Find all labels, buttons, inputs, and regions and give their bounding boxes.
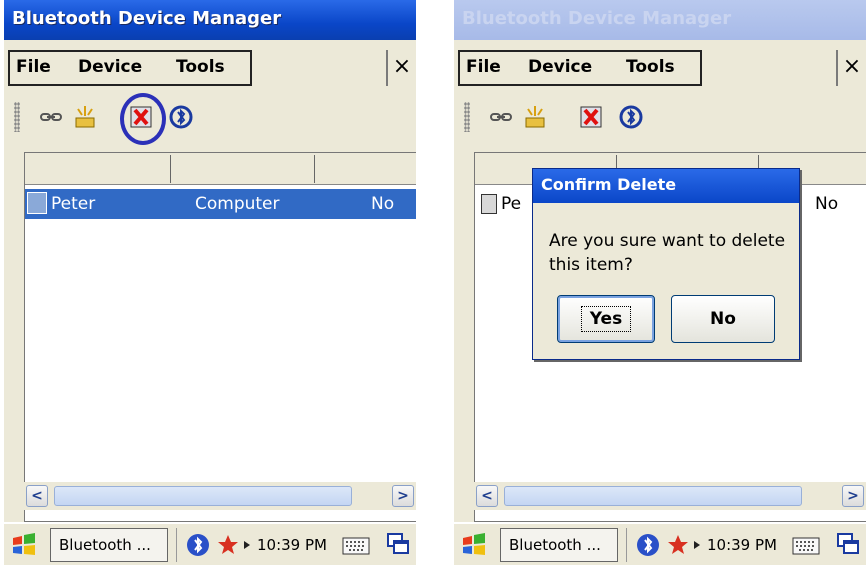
menu-file[interactable]: File [16, 57, 51, 77]
column-header-status[interactable] [317, 155, 416, 183]
app-title: Bluetooth Device Manager [12, 8, 282, 29]
tray-expand-icon[interactable] [693, 540, 701, 550]
device-type: Computer [195, 194, 280, 214]
scroll-thumb[interactable] [54, 486, 352, 506]
close-button[interactable]: × [836, 50, 866, 86]
scroll-left-icon[interactable]: < [476, 485, 498, 507]
start-icon[interactable] [10, 532, 38, 558]
clock: 10:39 PM [257, 536, 327, 554]
task-button-bluetooth[interactable]: Bluetooth ... [500, 528, 618, 562]
menu-box: File Device Tools [8, 50, 252, 86]
taskbar: Bluetooth ... 10:39 PM [454, 522, 866, 565]
discover-icon[interactable] [522, 104, 548, 130]
bluetooth-tray-icon[interactable] [635, 532, 661, 558]
screen-left: Bluetooth Device Manager File Device Too… [4, 0, 416, 565]
title-bar-inactive: Bluetooth Device Manager [454, 0, 866, 40]
scroll-right-icon[interactable]: > [392, 485, 414, 507]
menu-device[interactable]: Device [528, 57, 592, 77]
column-header-type[interactable] [173, 155, 315, 183]
discover-icon[interactable] [72, 104, 98, 130]
start-icon[interactable] [460, 532, 488, 558]
horizontal-scrollbar[interactable]: < > [474, 482, 866, 510]
tray-expand-icon[interactable] [243, 540, 251, 550]
taskbar: Bluetooth ... 10:39 PM [4, 522, 416, 565]
bluetooth-tray-icon[interactable] [185, 532, 211, 558]
keyboard-icon[interactable] [792, 532, 820, 556]
computer-icon [27, 192, 47, 214]
menu-device[interactable]: Device [78, 57, 142, 77]
delete-highlight-ring [120, 93, 166, 145]
connect-icon[interactable] [488, 104, 514, 130]
horizontal-scrollbar[interactable]: < > [24, 482, 416, 510]
screen-right: Bluetooth Device Manager File Device Too… [454, 0, 866, 565]
bluetooth-refresh-icon[interactable] [168, 104, 194, 130]
menu-bar: File Device Tools × [454, 44, 866, 92]
scroll-thumb[interactable] [504, 486, 802, 506]
column-header-name[interactable] [25, 155, 171, 183]
yes-button[interactable]: Yes [557, 295, 655, 343]
dialog-title: Confirm Delete [541, 175, 677, 194]
menu-file[interactable]: File [466, 57, 501, 77]
dialog-title-bar: Confirm Delete [533, 169, 799, 203]
dialog-message: Are you sure want to delete this item? [549, 231, 786, 275]
menu-tools[interactable]: Tools [626, 57, 675, 77]
network-tray-icon[interactable] [215, 532, 241, 558]
toolbar-grip-icon[interactable] [464, 102, 470, 132]
close-button[interactable]: × [386, 50, 416, 86]
device-paired: No [815, 194, 839, 214]
keyboard-icon[interactable] [342, 532, 370, 556]
menu-bar: File Device Tools × [4, 44, 416, 92]
window-switch-icon[interactable] [386, 532, 410, 556]
device-paired: No [371, 194, 395, 214]
device-list[interactable]: Peter Computer No [24, 152, 416, 522]
computer-icon [481, 194, 497, 214]
menu-tools[interactable]: Tools [176, 57, 225, 77]
list-item[interactable]: Peter Computer No [25, 189, 416, 219]
no-button[interactable]: No [671, 295, 775, 343]
task-button-bluetooth[interactable]: Bluetooth ... [50, 528, 168, 562]
window-switch-icon[interactable] [836, 532, 860, 556]
confirm-delete-dialog: Confirm Delete Are you sure want to dele… [532, 168, 800, 360]
bluetooth-refresh-icon[interactable] [618, 104, 644, 130]
network-tray-icon[interactable] [665, 532, 691, 558]
list-header [25, 153, 416, 185]
scroll-right-icon[interactable]: > [842, 485, 864, 507]
clock: 10:39 PM [707, 536, 777, 554]
device-name-partial: Pe [501, 194, 522, 214]
toolbar-grip-icon[interactable] [14, 102, 20, 132]
scroll-left-icon[interactable]: < [26, 485, 48, 507]
connect-icon[interactable] [38, 104, 64, 130]
toolbar [454, 94, 866, 144]
delete-icon[interactable] [578, 104, 604, 130]
device-name: Peter [51, 194, 96, 214]
menu-box: File Device Tools [458, 50, 702, 86]
title-bar: Bluetooth Device Manager [4, 0, 416, 40]
yes-button-label: Yes [580, 306, 632, 332]
app-title: Bluetooth Device Manager [462, 8, 732, 29]
toolbar [4, 94, 416, 144]
